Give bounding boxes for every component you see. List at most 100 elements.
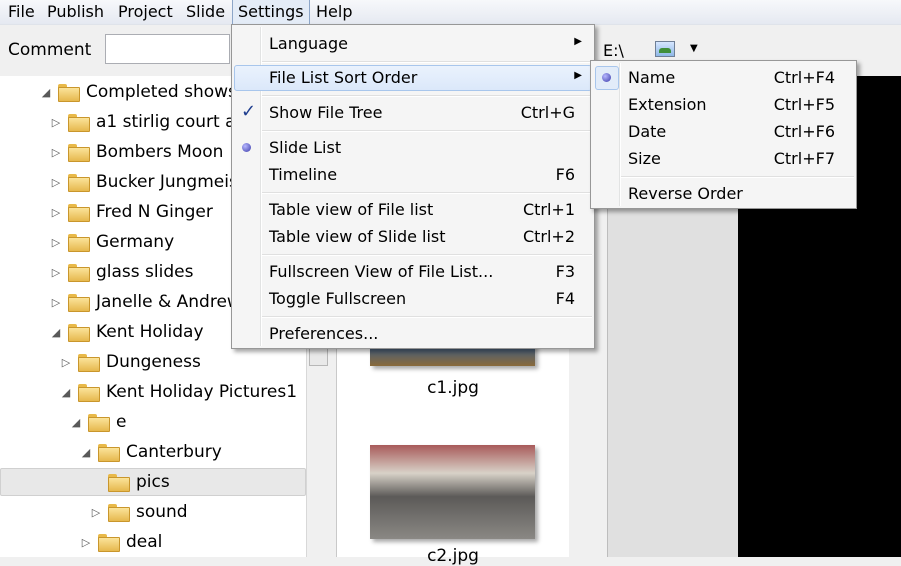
menu-item-sort-size[interactable]: Size Ctrl+F7	[593, 146, 855, 172]
tree-node-label: Fred N Ginger	[96, 202, 213, 222]
menu-shortcut: Ctrl+F5	[773, 95, 835, 114]
tree-node-label: Kent Holiday Pictures1	[106, 382, 298, 402]
comment-label: Comment	[8, 40, 92, 60]
folder-icon	[78, 354, 100, 372]
menu-separator	[262, 254, 592, 256]
menu-item-slide-list[interactable]: Slide List	[234, 135, 592, 161]
menu-item-label: File List Sort Order	[269, 68, 418, 87]
tree-node[interactable]: ◢ Canterbury	[0, 439, 306, 467]
folder-icon	[68, 234, 90, 252]
radio-selected-icon	[242, 143, 251, 152]
menu-item-label: Table view of File list	[269, 200, 434, 219]
menu-item-show-file-tree[interactable]: ✓ Show File Tree Ctrl+G	[234, 100, 592, 126]
tree-node-selected[interactable]: pics	[0, 468, 306, 496]
menu-item-label: Preferences...	[269, 324, 379, 343]
expand-arrow-icon[interactable]: ▷	[50, 236, 62, 249]
menu-slide[interactable]: Slide	[180, 0, 231, 24]
scrollbar-thumb[interactable]	[309, 346, 328, 366]
menu-item-preferences[interactable]: Preferences...	[234, 321, 592, 347]
tree-node-label: glass slides	[96, 262, 194, 282]
menu-item-sort-date[interactable]: Date Ctrl+F6	[593, 119, 855, 145]
menu-separator	[262, 61, 592, 63]
folder-icon	[68, 174, 90, 192]
collapse-arrow-icon[interactable]: ◢	[80, 446, 92, 459]
settings-menu: Language ▶ File List Sort Order ▶ ✓ Show…	[231, 24, 595, 349]
menu-item-fullscreen-file-list[interactable]: Fullscreen View of File List... F3	[234, 259, 592, 285]
menu-bar: File Publish Project Slide Settings Help	[0, 0, 901, 25]
menu-item-label: Name	[628, 68, 676, 87]
checkmark-icon: ✓	[241, 101, 257, 122]
submenu-arrow-icon: ▶	[574, 70, 582, 81]
menu-item-table-view-slide-list[interactable]: Table view of Slide list Ctrl+2	[234, 224, 592, 250]
menu-item-label: Timeline	[269, 165, 338, 184]
sort-order-submenu: Name Ctrl+F4 Extension Ctrl+F5 Date Ctrl…	[590, 60, 857, 209]
expand-arrow-icon[interactable]: ▷	[50, 296, 62, 309]
expand-arrow-icon[interactable]: ▷	[80, 536, 92, 549]
menu-item-sort-extension[interactable]: Extension Ctrl+F5	[593, 92, 855, 118]
thumbnail-image[interactable]	[370, 445, 535, 539]
expand-arrow-icon[interactable]: ▷	[90, 506, 102, 519]
menu-item-sort-name[interactable]: Name Ctrl+F4	[593, 65, 855, 91]
expand-arrow-icon[interactable]: ▷	[50, 146, 62, 159]
menu-item-label: Reverse Order	[628, 184, 743, 203]
tree-node[interactable]: ▷ deal	[0, 529, 306, 557]
menu-file[interactable]: File	[2, 0, 41, 24]
tree-node[interactable]: ▷ sound	[0, 499, 306, 527]
collapse-arrow-icon[interactable]: ◢	[60, 386, 72, 399]
menu-separator	[262, 192, 592, 194]
tree-node-label: sound	[136, 502, 188, 522]
menu-item-label: Date	[628, 122, 667, 141]
folder-icon	[68, 264, 90, 282]
tree-node-label: a1 stirlig court au	[96, 112, 247, 132]
chevron-down-icon[interactable]: ▼	[690, 43, 698, 54]
folder-icon	[68, 324, 90, 342]
menu-project[interactable]: Project	[112, 0, 179, 24]
menu-item-label: Size	[628, 149, 661, 168]
expand-arrow-icon[interactable]: ▷	[50, 266, 62, 279]
expand-arrow-icon[interactable]: ▷	[50, 206, 62, 219]
tree-node-label: Janelle & Andrew	[96, 292, 241, 312]
menu-separator	[262, 95, 592, 97]
menu-item-label: Fullscreen View of File List...	[269, 262, 494, 281]
menu-help[interactable]: Help	[310, 0, 358, 24]
image-view-icon[interactable]	[655, 41, 675, 57]
radio-selected-icon	[602, 73, 611, 82]
folder-icon	[98, 534, 120, 552]
collapse-arrow-icon[interactable]: ◢	[40, 86, 52, 99]
menu-item-file-list-sort-order[interactable]: File List Sort Order ▶	[234, 65, 592, 91]
menu-separator	[262, 316, 592, 318]
menu-publish[interactable]: Publish	[41, 0, 110, 24]
folder-icon	[78, 384, 100, 402]
comment-input[interactable]	[105, 34, 230, 64]
expand-arrow-icon[interactable]: ▷	[50, 176, 62, 189]
menu-item-reverse-order[interactable]: Reverse Order	[593, 181, 855, 207]
menu-separator	[621, 176, 854, 178]
collapse-arrow-icon[interactable]: ◢	[50, 326, 62, 339]
tree-node-label: deal	[126, 532, 163, 552]
tree-node[interactable]: ◢ e	[0, 409, 306, 437]
menu-shortcut: Ctrl+F4	[773, 68, 835, 87]
menu-item-table-view-file-list[interactable]: Table view of File list Ctrl+1	[234, 197, 592, 223]
menu-item-language[interactable]: Language ▶	[234, 31, 592, 57]
menu-item-toggle-fullscreen[interactable]: Toggle Fullscreen F4	[234, 286, 592, 312]
menu-settings[interactable]: Settings	[232, 0, 310, 24]
menu-item-label: Show File Tree	[269, 103, 383, 122]
menu-item-label: Language	[269, 34, 348, 53]
expand-arrow-icon[interactable]: ▷	[60, 356, 72, 369]
expand-arrow-icon[interactable]: ▷	[50, 116, 62, 129]
tree-node-label: Germany	[96, 232, 175, 252]
menu-item-label: Table view of Slide list	[269, 227, 446, 246]
tree-node[interactable]: ◢ Kent Holiday Pictures1	[0, 379, 306, 407]
tree-node-label: Completed shows	[86, 82, 237, 102]
collapse-arrow-icon[interactable]: ◢	[70, 416, 82, 429]
folder-icon	[68, 294, 90, 312]
tree-node-label: e	[116, 412, 127, 432]
thumbnail-caption: c1.jpg	[427, 378, 479, 398]
menu-shortcut: Ctrl+F6	[773, 122, 835, 141]
tree-node[interactable]: ▷ Dungeness	[0, 349, 306, 377]
tree-node-label: Dungeness	[106, 352, 201, 372]
folder-icon	[88, 414, 110, 432]
menu-shortcut: F4	[555, 289, 575, 308]
menu-item-timeline[interactable]: Timeline F6	[234, 162, 592, 188]
folder-icon	[58, 84, 80, 102]
